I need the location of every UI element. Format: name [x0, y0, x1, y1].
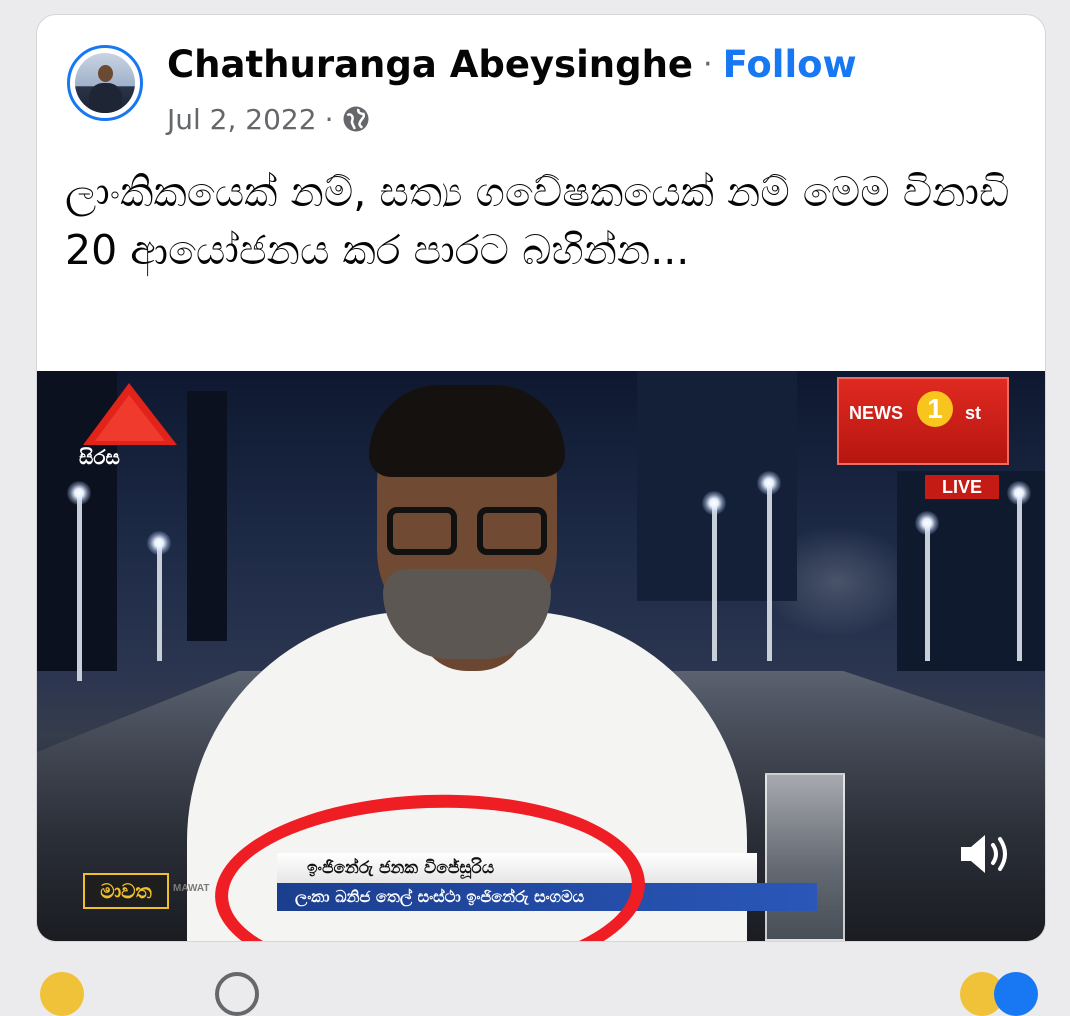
- program-sub: MAWAT: [173, 883, 210, 894]
- reaction-icon: [994, 972, 1038, 1016]
- lamp-light: [147, 531, 171, 555]
- post-caption: ලාංකිකයෙක් නම්, සත්‍ය ගවේෂකයෙක් නම් මෙම …: [65, 168, 1010, 274]
- news-brand-number: 1: [917, 391, 953, 427]
- reaction-icon: [215, 972, 259, 1016]
- live-badge: LIVE: [925, 475, 999, 499]
- reaction-icon: [40, 972, 84, 1016]
- avatar-photo: [75, 53, 135, 113]
- speaker-icon[interactable]: [957, 831, 1013, 877]
- author-name[interactable]: Chathuranga Abeysinghe: [167, 43, 693, 86]
- follow-button[interactable]: Follow: [723, 43, 857, 86]
- news-brand-logo: NEWS 1 st: [837, 377, 1009, 465]
- avatar-head: [98, 65, 113, 82]
- video-player[interactable]: සිරස NEWS 1 st LIVE මාවත MAWAT ඉංජිනේරු …: [37, 371, 1045, 941]
- lamp-pole: [925, 521, 930, 661]
- glasses-right: [477, 507, 547, 555]
- post-meta: Jul 2, 2022 ·: [167, 99, 371, 139]
- globe-icon: [343, 106, 369, 132]
- glasses-left: [387, 507, 457, 555]
- lamp-pole: [1017, 491, 1022, 661]
- program-tag: මාවත: [83, 873, 169, 909]
- post-header: Chathuranga Abeysinghe · Follow: [167, 37, 857, 91]
- post-card: Chathuranga Abeysinghe · Follow Jul 2, 2…: [36, 14, 1046, 942]
- hair: [369, 385, 565, 477]
- post-date[interactable]: Jul 2, 2022: [167, 103, 317, 136]
- meta-separator: ·: [324, 102, 334, 136]
- lamp-pole: [767, 481, 772, 661]
- avatar-body: [89, 83, 122, 113]
- lamp-pole: [77, 491, 82, 681]
- lamp-light: [67, 481, 91, 505]
- lamp-pole: [157, 541, 162, 661]
- lamp-light: [757, 471, 781, 495]
- lamp-light: [1007, 481, 1031, 505]
- separator-dot: ·: [703, 46, 713, 82]
- lamp-light: [915, 511, 939, 535]
- news-brand-right: st: [965, 403, 982, 423]
- avatar[interactable]: [67, 45, 143, 121]
- channel-logo-text: සිරස: [79, 445, 120, 469]
- news-brand-left: NEWS: [849, 403, 903, 423]
